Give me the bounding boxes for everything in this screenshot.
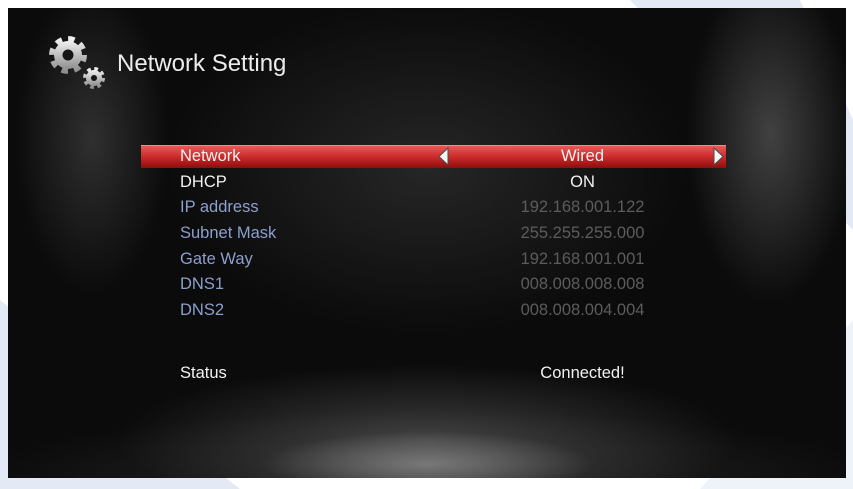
- setting-label-network: Network: [180, 147, 241, 165]
- setting-label-subnet-mask: Subnet Mask: [180, 224, 277, 243]
- setting-value-gateway: 192.168.001.001: [520, 249, 645, 268]
- page-title: Network Setting: [117, 50, 287, 77]
- setting-row-network[interactable]: Network Wired: [141, 145, 726, 171]
- setting-value-ip-address: 192.168.001.122: [520, 198, 645, 217]
- setting-row-ip-address: IP address 192.168.001.122: [141, 196, 726, 222]
- setting-value-subnet-mask: 255.255.255.000: [520, 224, 645, 243]
- setting-value-network: Wired: [560, 147, 605, 165]
- setting-row-gateway: Gate Way 192.168.001.001: [141, 248, 726, 274]
- setting-value-dhcp: ON: [570, 172, 595, 191]
- tv-screen: Network Setting Network Wired DHCP ON IP…: [8, 8, 846, 478]
- setting-label-dns2: DNS2: [180, 301, 225, 320]
- gears-icon: [49, 36, 105, 89]
- setting-value-dns1: 008.008.008.008: [520, 275, 645, 294]
- setting-label-gateway: Gate Way: [180, 249, 253, 268]
- arrow-right-icon[interactable]: [713, 147, 724, 166]
- setting-label-ip-address: IP address: [180, 198, 259, 217]
- setting-value-dns2: 008.008.004.004: [520, 301, 645, 320]
- setting-label-dhcp: DHCP: [180, 172, 227, 191]
- setting-row-subnet-mask: Subnet Mask 255.255.255.000: [141, 222, 726, 248]
- setting-label-dns1: DNS1: [180, 275, 225, 294]
- status-row: Status Connected!: [141, 362, 726, 388]
- setting-row-dns1: DNS1 008.008.008.008: [141, 273, 726, 299]
- setting-row-dns2: DNS2 008.008.004.004: [141, 299, 726, 325]
- status-label: Status: [180, 363, 227, 382]
- setting-row-dhcp[interactable]: DHCP ON: [141, 171, 726, 197]
- network-settings-menu: Network Wired DHCP ON IP address 192.168…: [141, 145, 726, 325]
- connection-status: Status Connected!: [141, 362, 726, 388]
- status-value: Connected!: [540, 363, 625, 382]
